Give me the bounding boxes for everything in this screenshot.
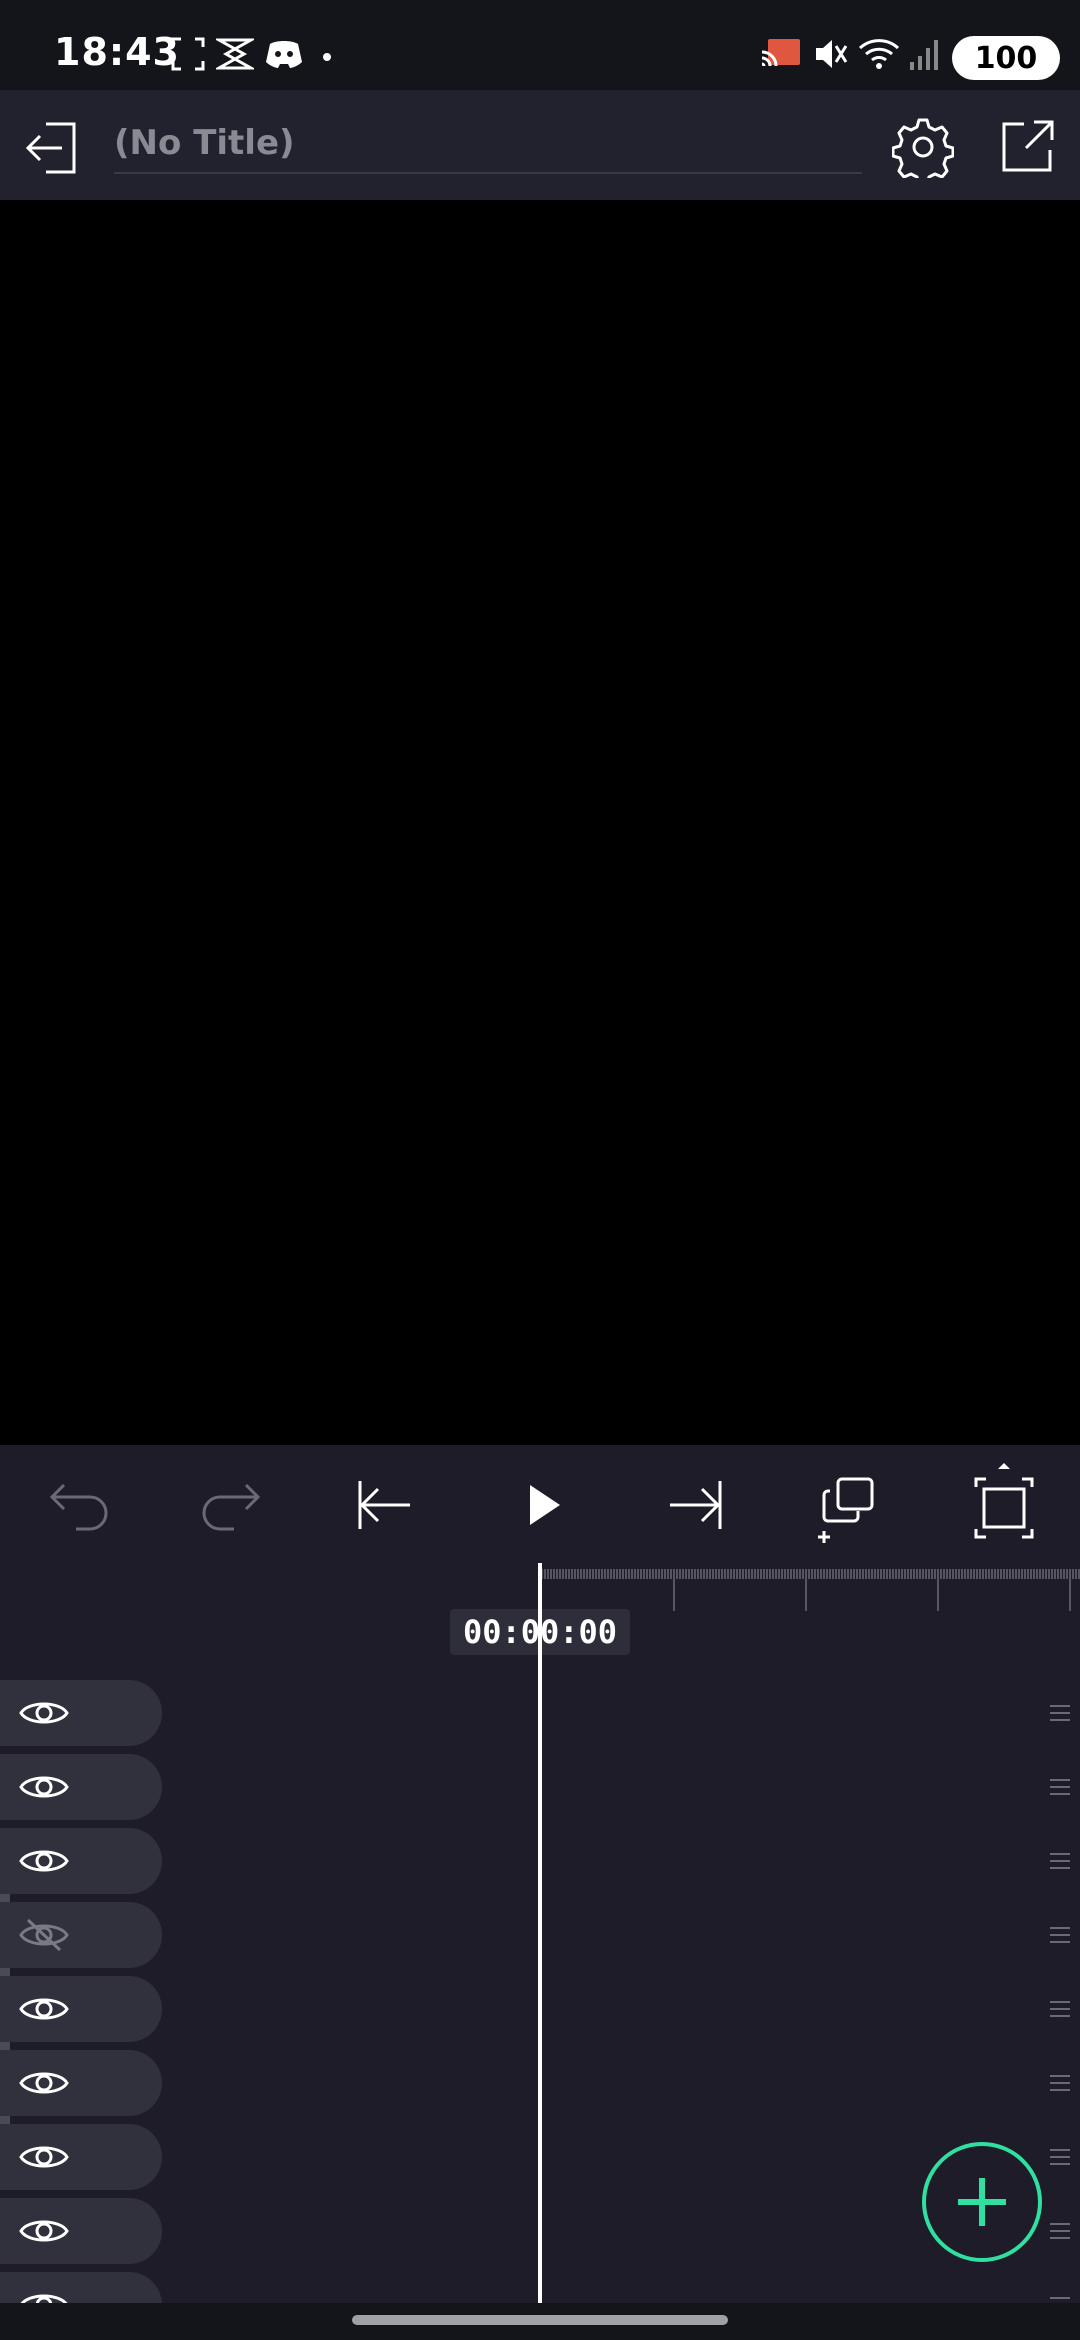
playback-toolbar [0, 1445, 1080, 1563]
skip-to-start-icon[interactable] [346, 1467, 422, 1543]
notification-dot-icon [323, 53, 331, 61]
track-header[interactable] [0, 1828, 162, 1894]
discord-icon [266, 41, 302, 68]
signal-icon [910, 40, 938, 70]
status-bar: 18:43 100 [0, 0, 1080, 90]
track-drag-handle-icon[interactable] [1048, 1703, 1072, 1723]
fullscreen-expand-icon[interactable] [966, 1457, 1042, 1549]
wifi-icon [858, 39, 900, 69]
track-header[interactable] [0, 1976, 162, 2042]
track-header[interactable] [0, 2198, 162, 2264]
project-title-input[interactable] [114, 114, 862, 174]
system-nav-bar [0, 2303, 1080, 2340]
eye-icon[interactable] [18, 1768, 70, 1806]
duplicate-layer-icon[interactable] [812, 1467, 888, 1543]
exit-button[interactable] [22, 118, 82, 178]
track-drag-handle-icon[interactable] [1048, 2221, 1072, 2241]
capcut-icon [216, 38, 254, 70]
eye-icon[interactable] [18, 1842, 70, 1880]
timeline-panel[interactable]: 00:00:00 [0, 1563, 1080, 2338]
screenshot-icon [171, 37, 205, 71]
status-time: 18:43 [54, 30, 180, 74]
redo-icon[interactable] [194, 1467, 270, 1543]
cast-icon [761, 39, 800, 67]
track-header[interactable] [0, 2050, 162, 2116]
undo-icon[interactable] [40, 1467, 116, 1543]
battery-indicator: 100 [952, 36, 1060, 80]
track-drag-handle-icon[interactable] [1048, 1925, 1072, 1945]
home-gesture-pill[interactable] [352, 2315, 728, 2325]
eye-icon[interactable] [18, 1694, 70, 1732]
skip-to-end-icon[interactable] [658, 1467, 734, 1543]
track-drag-handle-icon[interactable] [1048, 1999, 1072, 2019]
track-drag-handle-icon[interactable] [1048, 2147, 1072, 2167]
eye-icon[interactable] [18, 2212, 70, 2250]
track-header[interactable] [0, 1902, 162, 1968]
app-header [0, 90, 1080, 200]
export-share-icon[interactable] [998, 116, 1058, 176]
track-drag-handle-icon[interactable] [1048, 1777, 1072, 1797]
video-preview [0, 200, 1080, 1445]
eye-icon[interactable] [18, 2138, 70, 2176]
eye-icon[interactable] [18, 2064, 70, 2102]
track-drag-handle-icon[interactable] [1048, 2073, 1072, 2093]
add-layer-button[interactable] [922, 2142, 1042, 2262]
eye-off-icon[interactable] [18, 1916, 70, 1954]
playhead[interactable] [538, 1563, 542, 2303]
plus-icon [958, 2178, 1006, 2226]
track-header[interactable] [0, 1680, 162, 1746]
mute-icon [816, 40, 848, 68]
track-header[interactable] [0, 2124, 162, 2190]
track-header[interactable] [0, 1754, 162, 1820]
play-icon[interactable] [504, 1467, 580, 1543]
track-drag-handle-icon[interactable] [1048, 1851, 1072, 1871]
eye-icon[interactable] [18, 1990, 70, 2028]
settings-gear-icon[interactable] [892, 116, 954, 178]
